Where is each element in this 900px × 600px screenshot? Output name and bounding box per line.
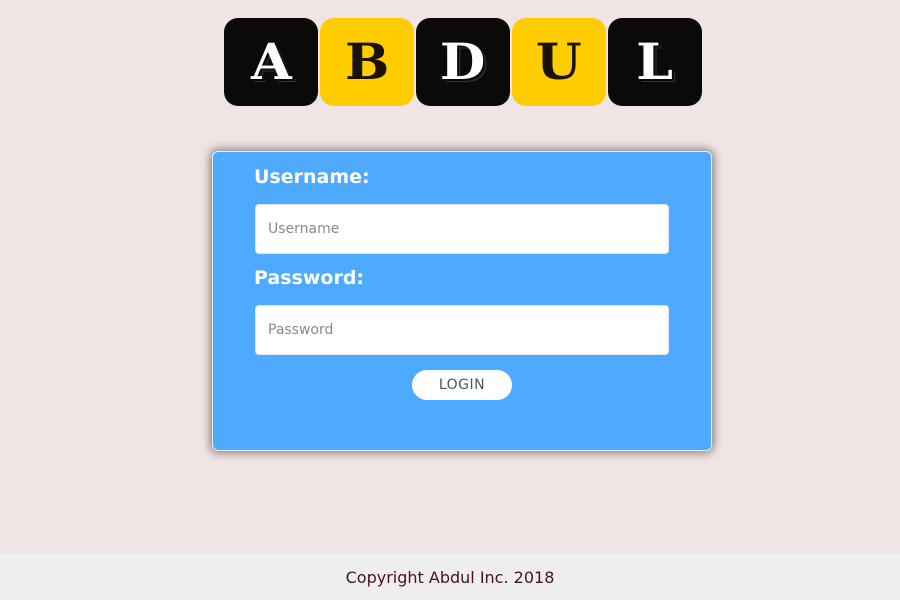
logo-tile-a: A (224, 18, 318, 106)
password-input[interactable] (255, 305, 669, 355)
logo-letter: B (344, 32, 390, 91)
username-input[interactable] (255, 204, 669, 254)
logo-letter: D (440, 32, 486, 91)
footer: Copyright Abdul Inc. 2018 (0, 554, 900, 600)
copyright-text: Copyright Abdul Inc. 2018 (345, 567, 555, 587)
logo-letter: U (536, 32, 582, 91)
logo-tile-u: U (512, 18, 606, 106)
logo-tile-d: D (416, 18, 510, 106)
username-label: Username: (254, 166, 370, 188)
logo: A B D U L (224, 18, 702, 108)
login-card: Username: Password: LOGIN (212, 151, 712, 451)
logo-tile-b: B (320, 18, 414, 106)
password-label: Password: (254, 267, 365, 289)
login-button[interactable]: LOGIN (412, 370, 512, 400)
logo-tile-l: L (608, 18, 702, 106)
logo-letter: A (250, 32, 292, 91)
logo-letter: L (636, 32, 674, 91)
